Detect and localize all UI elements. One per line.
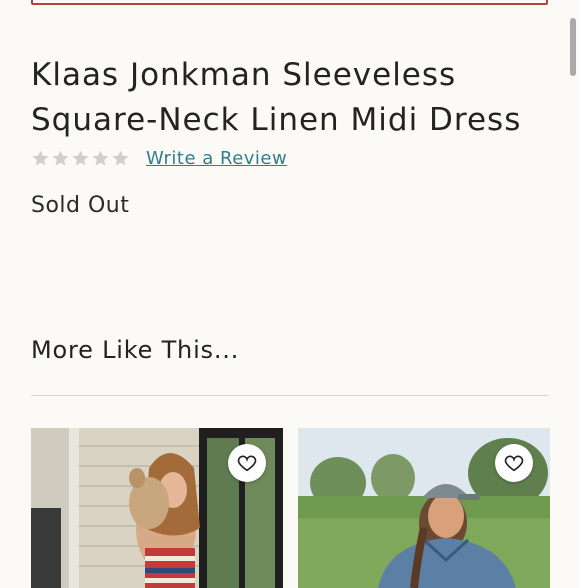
stock-status: Sold Out bbox=[31, 193, 130, 218]
star-icon bbox=[72, 150, 89, 166]
favorite-button[interactable] bbox=[228, 444, 266, 482]
product-title-line1: Klaas Jonkman Sleeveless bbox=[31, 57, 457, 93]
section-divider bbox=[31, 395, 549, 396]
scrollbar[interactable] bbox=[570, 18, 576, 76]
product-title: Klaas Jonkman Sleeveless Square-Neck Lin… bbox=[31, 53, 561, 143]
rating-row: Write a Review bbox=[31, 145, 287, 171]
heart-icon bbox=[504, 455, 524, 472]
star-icon bbox=[32, 150, 49, 166]
favorite-button[interactable] bbox=[495, 444, 533, 482]
product-title-line2: Square-Neck Linen Midi Dress bbox=[31, 102, 522, 138]
recommendation-card[interactable] bbox=[31, 428, 283, 588]
star-rating bbox=[31, 149, 130, 168]
section-title-more-like-this: More Like This... bbox=[31, 336, 240, 364]
heart-icon bbox=[237, 455, 257, 472]
star-icon bbox=[52, 150, 69, 166]
previous-section-border bbox=[31, 0, 548, 5]
star-icon bbox=[92, 150, 109, 166]
recommendation-card[interactable] bbox=[298, 428, 550, 588]
write-review-link[interactable]: Write a Review bbox=[146, 148, 287, 169]
star-icon bbox=[112, 150, 129, 166]
